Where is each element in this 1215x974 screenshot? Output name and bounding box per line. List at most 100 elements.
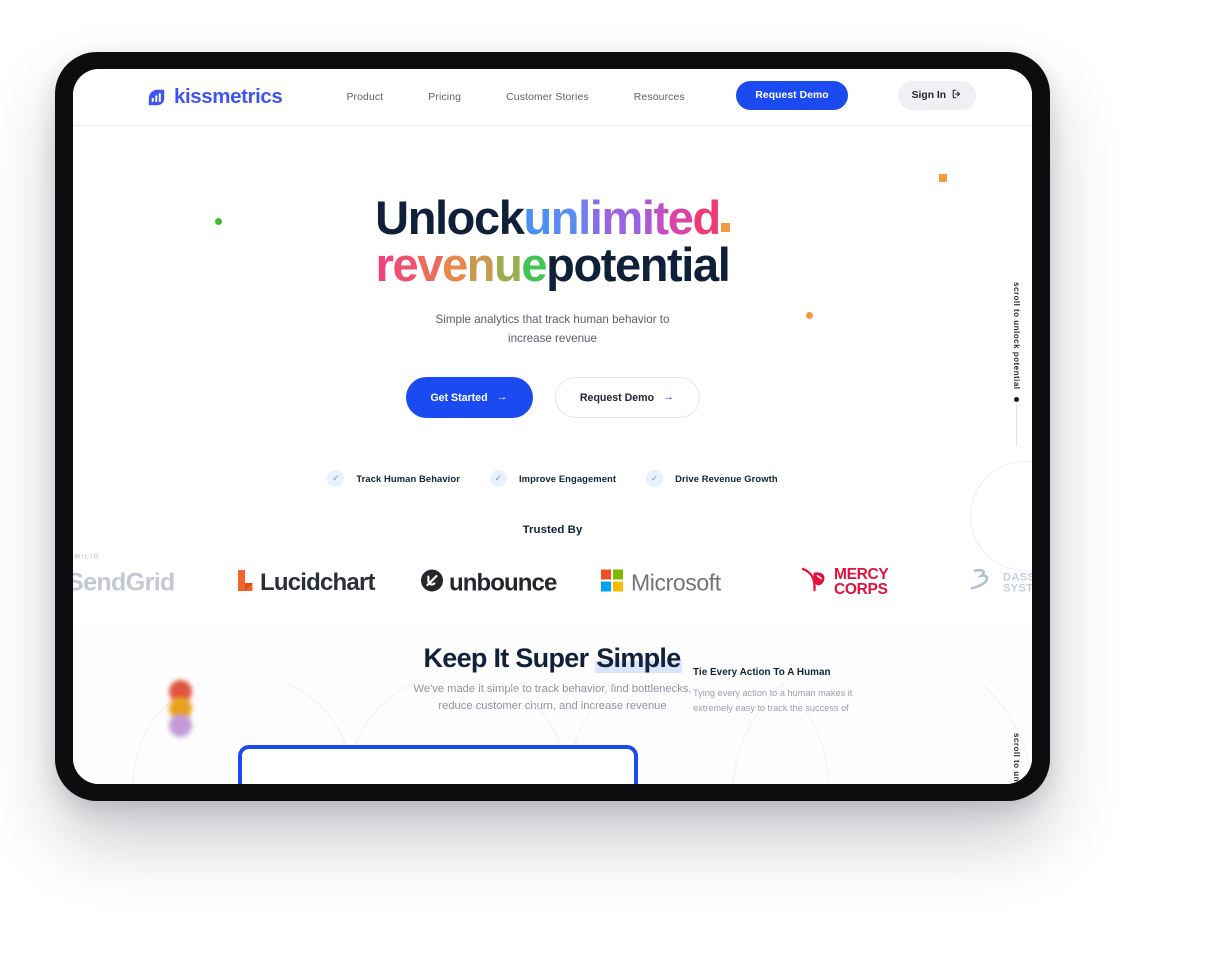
headline-char: i bbox=[641, 191, 655, 244]
headline-word-unlock: Unlock bbox=[375, 191, 525, 244]
feature-card-body-line-1: Tying every action to a human makes it bbox=[693, 688, 853, 698]
headline-char: n bbox=[550, 191, 580, 244]
orange-accent-square-top-icon bbox=[939, 174, 947, 182]
trusted-by-section: Trusted By TWILIO SendGrid bbox=[73, 524, 1032, 629]
highlighted-feature-card[interactable] bbox=[238, 745, 638, 784]
check-icon: ✓ bbox=[489, 470, 507, 488]
logo-mercy-corps: MERCY CORPS bbox=[799, 567, 889, 599]
decorative-blob-stack bbox=[165, 680, 199, 742]
scroll-indicator-dot bbox=[1014, 396, 1019, 402]
scroll-indicator-label-bottom: scroll to unlock potential bbox=[1012, 733, 1021, 784]
microsoft-wordmark: Microsoft bbox=[631, 569, 721, 596]
dassault-wordmark: DASSAULT SYSTEMES bbox=[1003, 572, 1032, 594]
headline-char: u bbox=[523, 191, 552, 244]
headline-char: r bbox=[375, 238, 394, 291]
site-header: kissmetrics Product Pricing Customer Sto… bbox=[73, 69, 1032, 126]
feature-card-title: Tie Every Action To A Human bbox=[693, 667, 831, 678]
orange-accent-dot-icon bbox=[806, 312, 813, 319]
dassault-line-1: DASSAULT bbox=[1003, 571, 1032, 583]
microsoft-squares-icon bbox=[601, 569, 623, 597]
feature-card-body-line-2: extremely easy to track the success of bbox=[693, 702, 849, 713]
client-logo-strip: TWILIO SendGrid bbox=[73, 554, 1032, 605]
main-navigation: Product Pricing Customer Stories Resourc… bbox=[346, 92, 684, 103]
hero-subheading-line-2: increase revenue bbox=[508, 332, 597, 346]
scroll-indicator-top[interactable]: scroll to unlock potential bbox=[1012, 282, 1021, 446]
blob-purple bbox=[169, 714, 192, 737]
unbounce-mark-icon bbox=[420, 569, 444, 598]
nav-link-product[interactable]: Product bbox=[346, 92, 383, 103]
feature-item-drive-revenue-growth: ✓ Drive Revenue Growth bbox=[646, 470, 778, 488]
lucidchart-wordmark: Lucidchart bbox=[260, 569, 375, 596]
orange-accent-square-icon bbox=[720, 223, 730, 232]
brand-name: kissmetrics bbox=[174, 85, 283, 108]
scroll-indicator-bottom[interactable]: scroll to unlock potential bbox=[1012, 733, 1021, 784]
hero-headline: Unlock unlimited revenue potential bbox=[73, 194, 1032, 288]
nav-link-resources[interactable]: Resources bbox=[634, 92, 685, 103]
headline-char: i bbox=[589, 191, 603, 244]
kiss-title-main: Keep It Super bbox=[423, 643, 596, 673]
hero-cta-row: Get Started → Request Demo → bbox=[73, 377, 1032, 419]
sign-in-label: Sign In bbox=[911, 90, 946, 101]
green-accent-dot-icon bbox=[215, 218, 222, 225]
lucidchart-mark-icon bbox=[236, 569, 253, 597]
logo-dassault-systemes: DASSAULT SYSTEMES bbox=[969, 568, 1032, 599]
feature-label: Improve Engagement bbox=[518, 473, 617, 485]
logo-unbounce: unbounce bbox=[420, 569, 557, 598]
scroll-indicator-label: scroll to unlock potential bbox=[1012, 282, 1021, 390]
mercy-corps-wordmark: MERCY CORPS bbox=[834, 567, 889, 598]
logo-microsoft: Microsoft bbox=[601, 569, 721, 597]
feature-card-body: Tying every action to a human makes it e… bbox=[693, 686, 893, 716]
headline-word-potential: potential bbox=[546, 238, 731, 291]
nav-link-customer-stories[interactable]: Customer Stories bbox=[506, 92, 589, 103]
check-icon: ✓ bbox=[327, 470, 345, 488]
logo-twilio-sendgrid: TWILIO SendGrid bbox=[73, 554, 175, 598]
hero-request-demo-button[interactable]: Request Demo → bbox=[554, 377, 700, 419]
get-started-label: Get Started bbox=[430, 391, 488, 404]
dassault-line-2: SYSTEMES bbox=[1003, 582, 1032, 594]
sign-in-button[interactable]: Sign In bbox=[897, 81, 976, 110]
hero-request-demo-label: Request Demo bbox=[579, 391, 655, 404]
headline-char: e bbox=[667, 191, 694, 244]
hero-headline-line-2: revenue potential bbox=[73, 241, 1032, 288]
feature-label: Drive Revenue Growth bbox=[675, 473, 778, 485]
brand-logo[interactable]: kissmetrics bbox=[146, 85, 283, 109]
scroll-indicator-line bbox=[1016, 403, 1017, 446]
tablet-device-frame: kissmetrics Product Pricing Customer Sto… bbox=[55, 52, 1050, 801]
nav-link-pricing[interactable]: Pricing bbox=[428, 92, 461, 103]
arrow-right-icon: → bbox=[663, 391, 675, 404]
headline-char: e bbox=[442, 238, 468, 291]
bar-chart-logo-icon bbox=[146, 87, 167, 108]
headline-char: l bbox=[578, 191, 591, 244]
headline-char: e bbox=[521, 238, 547, 291]
sign-in-arrow-icon bbox=[952, 89, 962, 102]
hero-section: Unlock unlimited revenue potential Simpl… bbox=[73, 126, 1032, 488]
headline-char: u bbox=[494, 238, 523, 291]
keep-it-simple-section: Keep It Super Simple We've made it simpl… bbox=[73, 625, 1032, 784]
sendgrid-wordmark: SendGrid bbox=[73, 568, 175, 597]
kiss-title-highlight: Simple bbox=[595, 643, 682, 673]
trusted-by-title: Trusted By bbox=[522, 524, 583, 536]
feature-label: Track Human Behavior bbox=[356, 473, 460, 485]
logo-lucidchart: Lucidchart bbox=[236, 569, 375, 597]
check-icon: ✓ bbox=[646, 470, 664, 488]
hero-subheading-line-1: Simple analytics that track human behavi… bbox=[435, 313, 670, 326]
headline-char: e bbox=[392, 238, 419, 291]
request-demo-button[interactable]: Request Demo bbox=[736, 81, 848, 110]
get-started-button[interactable]: Get Started → bbox=[405, 377, 533, 419]
hero-feature-list: ✓ Track Human Behavior ✓ Improve Engagem… bbox=[73, 470, 1032, 488]
kissmetrics-landing-page: kissmetrics Product Pricing Customer Sto… bbox=[73, 69, 1032, 784]
feature-item-improve-engagement: ✓ Improve Engagement bbox=[489, 470, 617, 488]
hero-subheading: Simple analytics that track human behavi… bbox=[73, 310, 1032, 348]
headline-char: v bbox=[417, 238, 443, 291]
dassault-mark-icon bbox=[969, 568, 998, 599]
mercy-corps-line-2: CORPS bbox=[834, 581, 888, 598]
headline-char: m bbox=[601, 191, 643, 244]
headline-char: d bbox=[692, 191, 722, 244]
screenshot-root: kissmetrics Product Pricing Customer Sto… bbox=[0, 0, 1215, 974]
feature-item-track-human-behavior: ✓ Track Human Behavior bbox=[327, 470, 460, 488]
unbounce-wordmark: unbounce bbox=[449, 569, 557, 596]
feature-tie-every-action: Tie Every Action To A Human Tying every … bbox=[693, 667, 893, 716]
headline-char: n bbox=[466, 238, 496, 291]
tablet-screen: kissmetrics Product Pricing Customer Sto… bbox=[73, 69, 1032, 784]
arrow-right-icon: → bbox=[496, 391, 508, 404]
